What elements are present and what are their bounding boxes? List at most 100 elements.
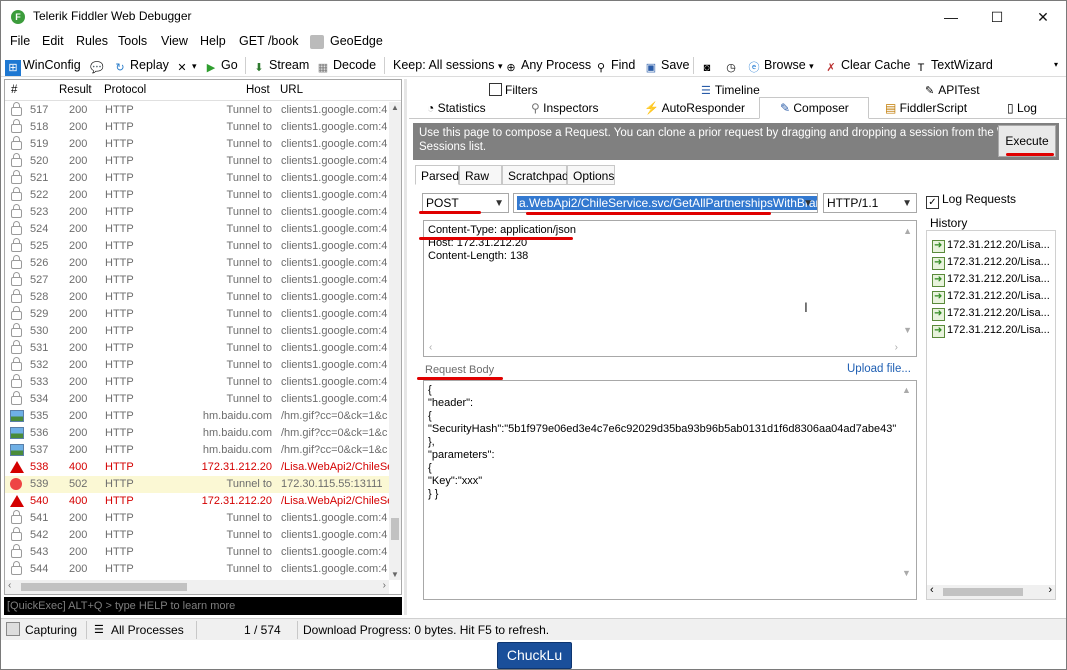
filters-checkbox[interactable]	[489, 83, 502, 96]
request-headers-editor[interactable]: Content-Type: application/json Host: 172…	[423, 220, 917, 357]
scroll-thumb[interactable]	[943, 588, 1023, 596]
session-row[interactable]: 522 200 HTTP clients1.google.com:4 Tunnel to	[5, 187, 389, 204]
taskbar-user-button[interactable]: ChuckLu	[497, 642, 572, 669]
tab-log[interactable]: ▯ Log	[1007, 98, 1037, 119]
scroll-thumb[interactable]	[21, 583, 187, 591]
scroll-left-icon[interactable]: ‹	[8, 580, 11, 591]
menu-view[interactable]: View	[161, 34, 188, 48]
textwizard-button[interactable]: T TextWizard	[913, 56, 993, 74]
scroll-down-icon[interactable]: ▼	[902, 568, 911, 578]
quickexec-input[interactable]: [QuickExec] ALT+Q > type HELP to learn m…	[4, 597, 402, 615]
session-row[interactable]: 520 200 HTTP clients1.google.com:4 Tunnel to	[5, 153, 389, 170]
session-row[interactable]: 534 200 HTTP clients1.google.com:4 Tunnel to	[5, 391, 389, 408]
history-item[interactable]: 172.31.212.20/Lisa...	[927, 322, 1055, 339]
menu-rules[interactable]: Rules	[76, 34, 108, 48]
scroll-right-icon[interactable]: ›	[895, 341, 898, 354]
column-url[interactable]: URL	[280, 84, 303, 96]
session-row[interactable]: 541 200 HTTP clients1.google.com:4 Tunnel to	[5, 510, 389, 527]
log-requests-checkbox[interactable]: ✓ Log Requests	[926, 192, 1016, 209]
upload-file-link[interactable]: Upload file...	[847, 363, 911, 375]
decode-button[interactable]: ▦ Decode	[315, 56, 376, 74]
url-input[interactable]: a.WebApi2/ChileService.svc/GetAllPartner…	[513, 193, 818, 213]
scroll-left-icon[interactable]: ‹	[429, 341, 432, 354]
session-row[interactable]: 531 200 HTTP clients1.google.com:4 Tunnel to	[5, 340, 389, 357]
session-row[interactable]: 532 200 HTTP clients1.google.com:4 Tunnel to	[5, 357, 389, 374]
process-filter[interactable]: All Processes	[111, 623, 184, 637]
keep-sessions-dropdown[interactable]: Keep: All sessions ▾	[393, 56, 502, 74]
session-row[interactable]: 533 200 HTTP clients1.google.com:4 Tunnel to	[5, 374, 389, 391]
session-row[interactable]: 528 200 HTTP clients1.google.com:4 Tunnel to	[5, 289, 389, 306]
scroll-down-icon[interactable]: ▼	[903, 324, 912, 337]
remove-button[interactable]: ✕ ▾	[174, 56, 196, 74]
http-version-select[interactable]: HTTP/1.1 ▼	[823, 193, 917, 213]
column-result[interactable]: Result	[59, 84, 92, 96]
toolbar-overflow-icon[interactable]: ▾	[1054, 56, 1058, 74]
minimize-button[interactable]: —	[928, 5, 974, 29]
session-row[interactable]: 527 200 HTTP clients1.google.com:4 Tunnel to	[5, 272, 389, 289]
session-row[interactable]: 535 200 HTTP/hm.gif?cc=0&ck=1&c hm.baidu.co…	[5, 408, 389, 425]
scroll-up-icon[interactable]: ▲	[902, 385, 911, 395]
tab-statistics[interactable]: ◔ Statistics	[427, 98, 486, 119]
scroll-right-icon[interactable]: ›	[1048, 584, 1052, 596]
session-row[interactable]: 544 200 HTTP clients1.google.com:4 Tunnel to	[5, 561, 389, 578]
session-row[interactable]: 526 200 HTTP clients1.google.com:4 Tunnel to	[5, 255, 389, 272]
history-item[interactable]: 172.31.212.20/Lisa...	[927, 271, 1055, 288]
sessions-vertical-scrollbar[interactable]: ▲ ▼	[389, 102, 401, 580]
any-process-button[interactable]: ⊕ Any Process	[503, 56, 591, 74]
save-button[interactable]: ▣ Save	[643, 56, 690, 74]
session-row[interactable]: 521 200 HTTP clients1.google.com:4 Tunnel to	[5, 170, 389, 187]
session-row[interactable]: 542 200 HTTP clients1.google.com:4 Tunnel to	[5, 527, 389, 544]
session-row[interactable]: 539 502 HTTP 172.30.115.55:13111 Tunnel to	[5, 476, 389, 493]
sessions-horizontal-scrollbar[interactable]: ‹ ›	[5, 580, 389, 594]
maximize-button[interactable]: ☐	[974, 5, 1020, 29]
subtab-parsed[interactable]: Parsed	[415, 165, 459, 185]
menu-tools[interactable]: Tools	[118, 34, 147, 48]
history-item[interactable]: 172.31.212.20/Lisa...	[927, 288, 1055, 305]
menu-edit[interactable]: Edit	[42, 34, 64, 48]
scroll-thumb[interactable]	[391, 518, 399, 540]
winconfig-button[interactable]: ⊞ WinConfig	[5, 56, 81, 76]
session-row[interactable]: 525 200 HTTP clients1.google.com:4 Tunnel to	[5, 238, 389, 255]
clear-cache-button[interactable]: ✗ Clear Cache	[823, 56, 910, 74]
column-protocol[interactable]: Protocol	[104, 84, 146, 96]
scroll-up-icon[interactable]: ▲	[391, 103, 399, 112]
session-row[interactable]: 537 200 HTTP/hm.gif?cc=0&ck=1&c hm.baidu.co…	[5, 442, 389, 459]
history-item[interactable]: 172.31.212.20/Lisa...	[927, 237, 1055, 254]
comment-button[interactable]: 💬	[89, 56, 107, 74]
tab-filters[interactable]: Filters	[489, 81, 538, 99]
session-row[interactable]: 524 200 HTTP clients1.google.com:4 Tunnel to	[5, 221, 389, 238]
session-row[interactable]: 543 200 HTTP clients1.google.com:4 Tunnel to	[5, 544, 389, 561]
menu-geoedge[interactable]: GeoEdge	[330, 34, 383, 48]
menu-file[interactable]: File	[10, 34, 30, 48]
replay-button[interactable]: ↻ Replay	[112, 56, 169, 74]
capturing-status[interactable]: Capturing	[25, 623, 77, 637]
menu-help[interactable]: Help	[200, 34, 226, 48]
session-row[interactable]: 518 200 HTTP clients1.google.com:4 Tunnel to	[5, 119, 389, 136]
session-row[interactable]: 536 200 HTTP/hm.gif?cc=0&ck=1&c hm.baidu.co…	[5, 425, 389, 442]
subtab-options[interactable]: Options	[567, 165, 615, 185]
method-select[interactable]: POST ▼	[422, 193, 509, 213]
scroll-down-icon[interactable]: ▼	[391, 570, 399, 579]
tab-timeline[interactable]: ☰ Timeline	[701, 81, 760, 99]
column-num[interactable]: #	[11, 84, 17, 96]
tab-autoresponder[interactable]: ⚡ AutoResponder	[644, 98, 745, 119]
tab-apitest[interactable]: ✎ APITest	[925, 81, 980, 99]
go-button[interactable]: ▶ Go	[203, 56, 238, 74]
tab-fiddlerscript[interactable]: ▤ FiddlerScript	[885, 98, 967, 119]
pane-splitter[interactable]	[404, 79, 407, 615]
scroll-up-icon[interactable]: ▲	[903, 225, 912, 238]
menu-get-book[interactable]: GET /book	[239, 34, 299, 48]
session-row[interactable]: 523 200 HTTP clients1.google.com:4 Tunnel to	[5, 204, 389, 221]
session-row[interactable]: 517 200 HTTP clients1.google.com:4 Tunnel to	[5, 102, 389, 119]
subtab-scratchpad[interactable]: Scratchpad	[502, 165, 569, 185]
find-button[interactable]: ⚲ Find	[593, 56, 635, 74]
history-horizontal-scrollbar[interactable]: ‹ ›	[927, 584, 1055, 599]
close-button[interactable]: ✕	[1020, 5, 1066, 29]
screenshot-button[interactable]: ◙	[699, 56, 717, 74]
scroll-right-icon[interactable]: ›	[383, 580, 386, 591]
history-item[interactable]: 172.31.212.20/Lisa...	[927, 305, 1055, 322]
browse-button[interactable]: ⓔ Browse ▾	[746, 56, 814, 74]
request-body-editor[interactable]: { "header": { "SecurityHash":"5b1f979e06…	[423, 380, 917, 600]
tab-inspectors[interactable]: ⚲ Inspectors	[531, 98, 598, 119]
history-item[interactable]: 172.31.212.20/Lisa...	[927, 254, 1055, 271]
